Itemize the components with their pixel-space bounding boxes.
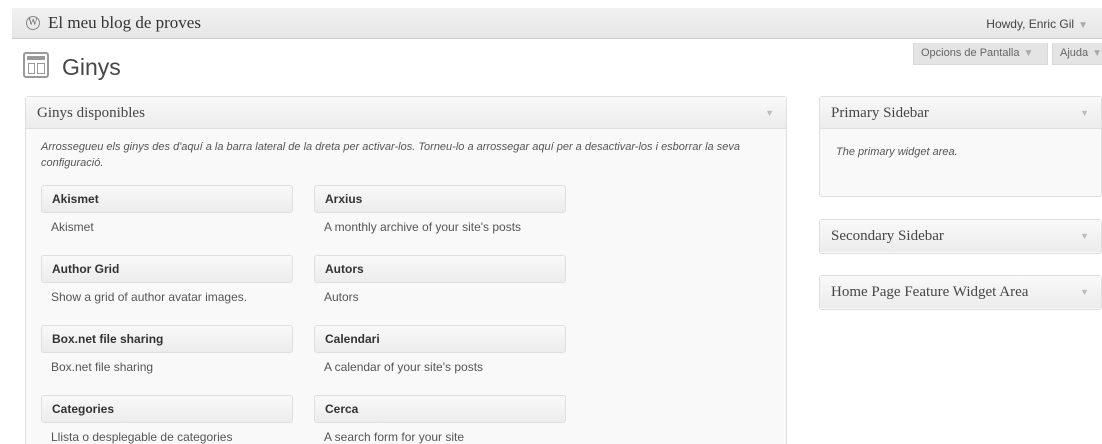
- sidebar-title: Home Page Feature Widget Area: [831, 284, 1029, 300]
- widget-title[interactable]: Calendari: [314, 325, 566, 353]
- sidebar-title: Secondary Sidebar: [831, 228, 944, 244]
- widget-description: A monthly archive of your site's posts: [324, 220, 522, 234]
- widget-title[interactable]: Categories: [41, 395, 293, 423]
- widget-categories[interactable]: Categories Llista o desplegable de categ…: [41, 395, 293, 444]
- page-title: Ginys: [62, 54, 121, 80]
- widget-calendari[interactable]: Calendari A calendar of your site's post…: [314, 325, 566, 374]
- howdy-label: Howdy, Enric Gil: [986, 17, 1075, 31]
- widget-cerca[interactable]: Cerca A search form for your site: [314, 395, 566, 444]
- sidebar-home-feature-header[interactable]: Home Page Feature Widget Area ▼: [820, 276, 1101, 308]
- admin-bar: W El meu blog de proves Howdy, Enric Gil…: [12, 8, 1102, 39]
- sidebar-secondary-header[interactable]: Secondary Sidebar ▼: [820, 220, 1101, 252]
- widget-title[interactable]: Cerca: [314, 395, 566, 423]
- sidebar-secondary: Secondary Sidebar ▼: [819, 219, 1102, 254]
- chevron-down-icon: ▼: [1078, 20, 1088, 31]
- widget-box-net[interactable]: Box.net file sharing Box.net file sharin…: [41, 325, 293, 374]
- wordpress-logo-icon[interactable]: W: [26, 16, 40, 30]
- widget-description: Autors: [324, 290, 359, 304]
- available-widgets-description: Arrossegueu els ginys des d'aquí a la ba…: [41, 141, 740, 169]
- help-label: Ajuda: [1060, 47, 1089, 59]
- widget-author-grid[interactable]: Author Grid Show a grid of author avatar…: [41, 255, 293, 304]
- chevron-down-icon: ▼: [1023, 48, 1034, 59]
- widget-description: Show a grid of author avatar images.: [51, 290, 248, 304]
- widget-title[interactable]: Akismet: [41, 185, 293, 213]
- widget-description: A search form for your site: [324, 430, 465, 444]
- available-widgets-panel: Ginys disponibles ▼ Arrossegueu els giny…: [25, 96, 787, 444]
- widget-autors[interactable]: Autors Autors: [314, 255, 566, 304]
- widget-title[interactable]: Autors: [314, 255, 566, 283]
- collapse-toggle-icon[interactable]: ▼: [1080, 276, 1089, 308]
- widget-title[interactable]: Box.net file sharing: [41, 325, 293, 353]
- screen-options-button[interactable]: Opcions de Pantalla ▼: [913, 43, 1048, 65]
- account-menu[interactable]: Howdy, Enric Gil ▼: [986, 17, 1088, 31]
- widget-description: Llista o desplegable de categories: [51, 430, 233, 444]
- widget-title[interactable]: Arxius: [314, 185, 566, 213]
- chevron-down-icon: ▼: [1092, 48, 1102, 59]
- widget-description: Akismet: [51, 220, 94, 234]
- site-name-link[interactable]: El meu blog de proves: [48, 13, 201, 33]
- available-widgets-title: Ginys disponibles: [37, 105, 145, 121]
- collapse-toggle-icon[interactable]: ▼: [1080, 97, 1089, 129]
- widgets-icon: [23, 52, 49, 78]
- widget-arxius[interactable]: Arxius A monthly archive of your site's …: [314, 185, 566, 234]
- widget-description: Box.net file sharing: [51, 360, 154, 374]
- collapse-toggle-icon[interactable]: ▼: [765, 97, 774, 129]
- help-button[interactable]: Ajuda ▼: [1052, 43, 1102, 65]
- collapse-toggle-icon[interactable]: ▼: [1080, 220, 1089, 252]
- widget-akismet[interactable]: Akismet Akismet: [41, 185, 293, 234]
- screen-options-label: Opcions de Pantalla: [921, 47, 1020, 59]
- widget-title[interactable]: Author Grid: [41, 255, 293, 283]
- widget-description: A calendar of your site's posts: [324, 360, 484, 374]
- sidebar-description: The primary widget area.: [836, 146, 958, 158]
- sidebar-home-feature: Home Page Feature Widget Area ▼: [819, 275, 1102, 310]
- sidebar-primary: Primary Sidebar ▼ The primary widget are…: [819, 96, 1102, 197]
- available-widgets-header[interactable]: Ginys disponibles ▼: [26, 97, 786, 129]
- sidebar-primary-header[interactable]: Primary Sidebar ▼: [820, 97, 1101, 129]
- sidebar-title: Primary Sidebar: [831, 105, 929, 121]
